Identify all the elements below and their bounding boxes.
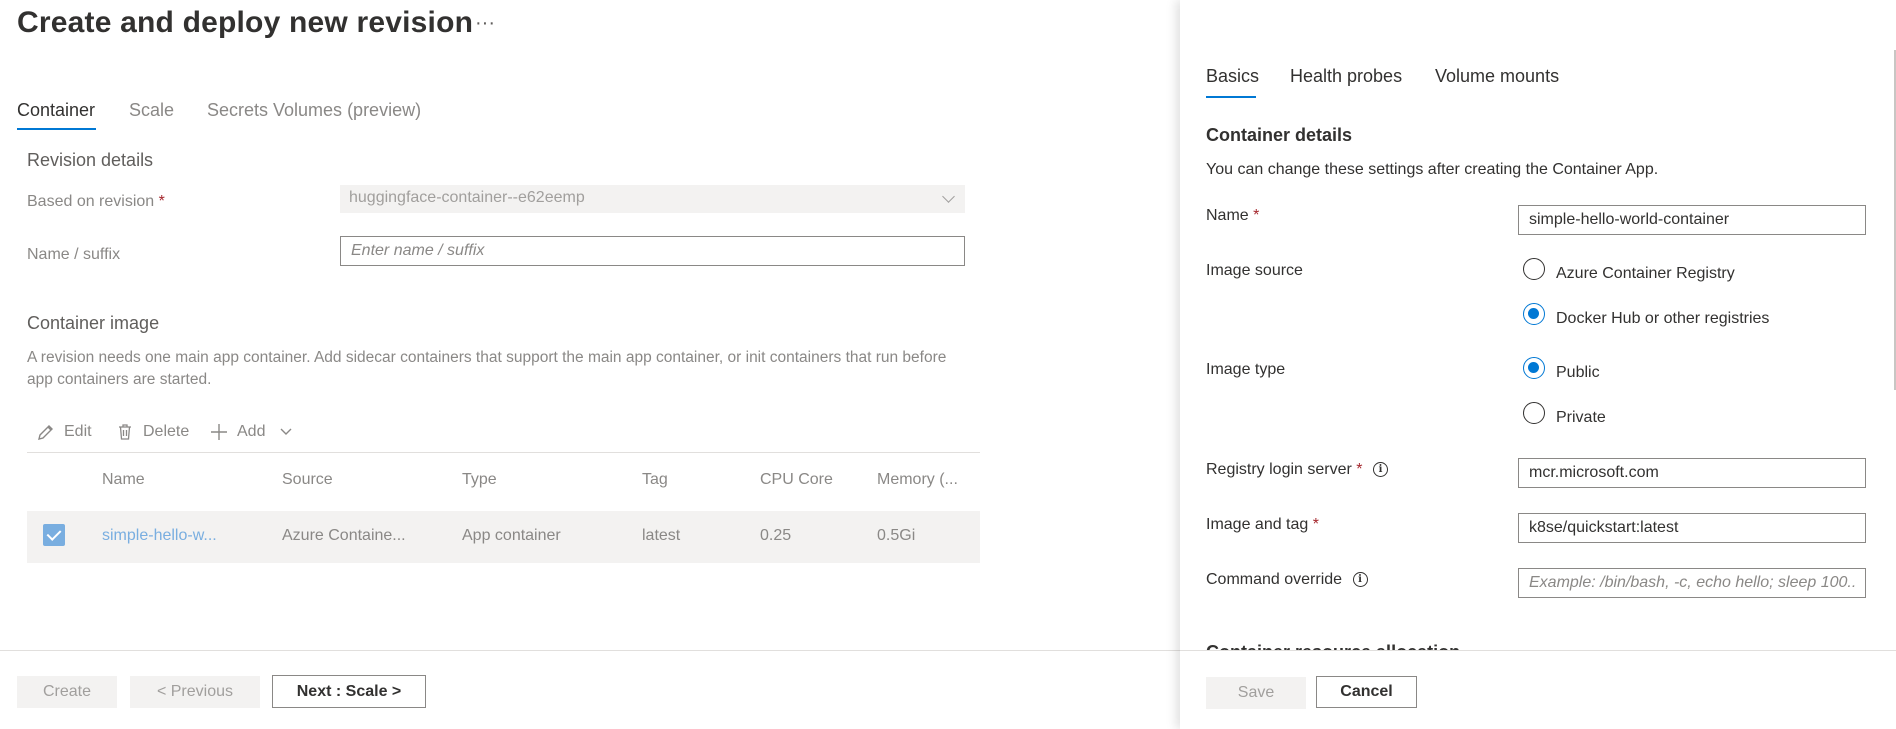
- footer-divider: [0, 650, 1180, 651]
- required-marker: *: [1253, 207, 1260, 224]
- required-marker: *: [1312, 516, 1319, 533]
- command-label-text: Command override: [1206, 571, 1343, 588]
- radio-azure-container-registry[interactable]: [1523, 258, 1545, 280]
- active-tab-indicator: [1206, 96, 1256, 98]
- trash-icon: [119, 424, 131, 440]
- tab-volume-mounts[interactable]: Volume mounts: [1435, 66, 1559, 87]
- name-suffix-label: Name / suffix: [27, 246, 121, 263]
- container-image-description: A revision needs one main app container.…: [27, 349, 947, 388]
- ellipsis-icon[interactable]: ···: [475, 12, 495, 35]
- image-tag-value: k8se/quickstart:latest: [1529, 519, 1679, 536]
- previous-button[interactable]: < Previous: [130, 676, 260, 708]
- radio-docker-hub[interactable]: [1523, 303, 1545, 325]
- tab-health-probes[interactable]: Health probes: [1290, 66, 1402, 87]
- row-tag: latest: [642, 527, 681, 544]
- command-override-input[interactable]: Example: /bin/bash, -c, echo hello; slee…: [1518, 568, 1866, 598]
- container-resource-allocation-title: Container resource allocation: [1206, 642, 1460, 650]
- row-source: Azure Containe...: [282, 527, 406, 544]
- delete-label: Delete: [143, 423, 190, 440]
- public-label[interactable]: Public: [1556, 364, 1600, 382]
- image-source-label: Image source: [1206, 262, 1303, 279]
- registry-login-server-input[interactable]: mcr.microsoft.com: [1518, 458, 1866, 488]
- container-name-input[interactable]: simple-hello-world-container: [1518, 205, 1866, 235]
- info-icon[interactable]: i: [1352, 572, 1368, 588]
- row-type: App container: [462, 527, 561, 544]
- command-placeholder: Example: /bin/bash, -c, echo hello; slee…: [1529, 574, 1855, 591]
- save-button[interactable]: Save: [1206, 677, 1306, 709]
- based-on-revision-label: Based on revision *: [27, 193, 165, 211]
- based-on-revision-dropdown: huggingface-container--e62eemp: [340, 185, 965, 213]
- pencil-icon: [38, 425, 53, 440]
- private-label[interactable]: Private: [1556, 409, 1606, 427]
- registry-login-server-label: Registry login server * i: [1206, 461, 1388, 479]
- image-tag-label-text: Image and tag: [1206, 516, 1309, 533]
- tab-scale[interactable]: Scale: [129, 100, 174, 121]
- cancel-button[interactable]: Cancel: [1316, 676, 1417, 708]
- column-header-type[interactable]: Type: [462, 471, 497, 489]
- page-title: Create and deploy new revision: [17, 6, 474, 39]
- create-button[interactable]: Create: [17, 676, 117, 708]
- container-name-value: simple-hello-world-container: [1529, 211, 1730, 228]
- info-icon[interactable]: i: [1372, 462, 1388, 478]
- column-header-name[interactable]: Name: [102, 471, 145, 489]
- required-marker: *: [158, 193, 165, 210]
- required-marker: *: [1356, 461, 1363, 478]
- name-label-text: Name: [1206, 207, 1249, 224]
- edit-label: Edit: [64, 423, 92, 440]
- container-details-title: Container details: [1206, 125, 1353, 145]
- create-revision-blade: Create and deploy new revision ··· Conta…: [0, 0, 1180, 729]
- image-and-tag-input[interactable]: k8se/quickstart:latest: [1518, 513, 1866, 543]
- column-header-source[interactable]: Source: [282, 471, 333, 489]
- column-header-memory[interactable]: Memory (...: [877, 471, 958, 489]
- image-and-tag-label: Image and tag *: [1206, 516, 1319, 534]
- toolbar-divider: [27, 452, 980, 453]
- row-cpu: 0.25: [760, 527, 792, 544]
- edit-button[interactable]: Edit: [36, 420, 92, 444]
- edit-container-panel: Basics Health probes Volume mounts Conta…: [1180, 0, 1896, 729]
- radio-private[interactable]: [1523, 402, 1545, 424]
- chevron-down-icon: [280, 428, 292, 435]
- column-header-tag[interactable]: Tag: [642, 471, 668, 489]
- name-suffix-input[interactable]: Enter name / suffix: [340, 236, 965, 266]
- container-details-description: You can change these settings after crea…: [1206, 161, 1659, 178]
- azure-container-registry-label[interactable]: Azure Container Registry: [1556, 265, 1735, 283]
- registry-value: mcr.microsoft.com: [1529, 464, 1659, 481]
- command-override-label: Command override i: [1206, 571, 1368, 589]
- radio-public[interactable]: [1523, 357, 1545, 379]
- name-label: Name *: [1206, 207, 1259, 225]
- name-suffix-placeholder: Enter name / suffix: [351, 242, 485, 259]
- tab-container[interactable]: Container: [17, 100, 95, 121]
- next-section-clip: Container resource allocation: [1180, 636, 1896, 650]
- tab-secrets-volumes[interactable]: Secrets Volumes (preview): [207, 100, 421, 121]
- docker-hub-label[interactable]: Docker Hub or other registries: [1556, 310, 1769, 328]
- registry-label-text: Registry login server: [1206, 461, 1352, 478]
- active-tab-indicator: [17, 128, 96, 130]
- panel-footer-divider: [1180, 650, 1896, 651]
- row-checkbox[interactable]: [43, 524, 65, 546]
- based-on-revision-text: Based on revision: [27, 193, 155, 210]
- image-type-label: Image type: [1206, 361, 1286, 378]
- delete-button[interactable]: Delete: [115, 420, 189, 444]
- add-button[interactable]: Add: [209, 420, 293, 444]
- revision-details-title: Revision details: [27, 150, 154, 170]
- tab-basics[interactable]: Basics: [1206, 66, 1259, 87]
- row-memory: 0.5Gi: [877, 527, 916, 544]
- add-label: Add: [237, 423, 266, 440]
- based-on-revision-value: huggingface-container--e62eemp: [349, 189, 585, 206]
- next-scale-button[interactable]: Next : Scale >: [272, 675, 426, 708]
- column-header-cpu[interactable]: CPU Core: [760, 471, 833, 489]
- row-name-link[interactable]: simple-hello-w...: [102, 527, 217, 545]
- container-image-title: Container image: [27, 313, 160, 333]
- chevron-down-icon: [942, 190, 955, 203]
- plus-icon: [211, 424, 227, 440]
